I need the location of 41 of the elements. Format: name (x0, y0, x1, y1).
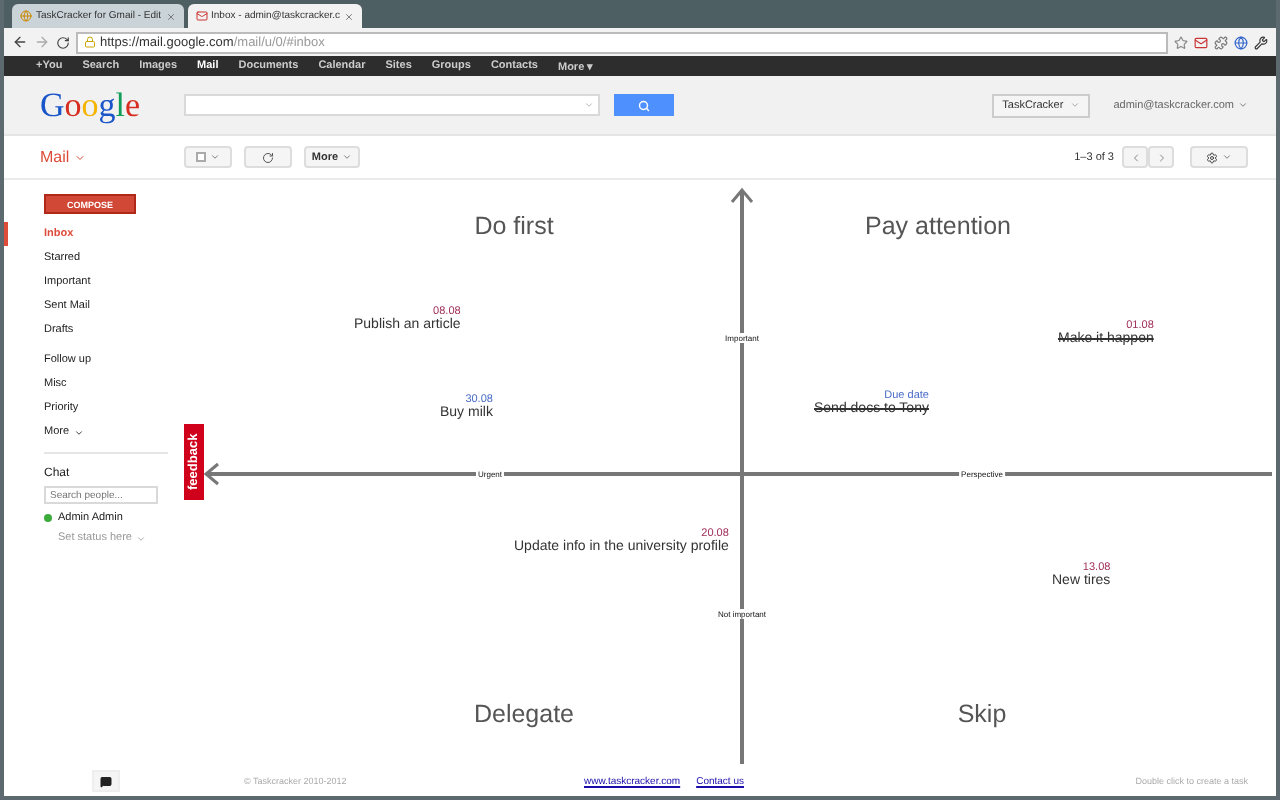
caret-icon (210, 152, 220, 162)
chat-button[interactable] (92, 770, 120, 792)
caret-icon (73, 427, 84, 437)
search-field[interactable] (184, 94, 600, 116)
forward-icon[interactable] (34, 34, 50, 50)
google-logo: Google (40, 85, 143, 125)
caret-icon (1238, 100, 1248, 110)
quadrant-title: Delegate (473, 700, 575, 728)
search-button[interactable] (614, 94, 674, 116)
globe-icon[interactable] (1234, 35, 1248, 49)
chevron-right-icon (1155, 151, 1167, 163)
wrench-icon[interactable] (1254, 35, 1268, 49)
mail-menu[interactable]: Mail (40, 148, 184, 166)
search-icon (638, 99, 650, 111)
settings-button[interactable] (1190, 146, 1248, 168)
speech-bubble-icon (100, 775, 112, 787)
mail-icon (195, 10, 208, 22)
quadrant-title: Pay attention (865, 212, 1011, 240)
back-icon[interactable] (12, 34, 28, 50)
page-icon (20, 10, 32, 22)
refresh-button[interactable] (244, 146, 292, 168)
reload-icon[interactable] (56, 35, 70, 49)
lock-icon (84, 36, 96, 48)
star-icon[interactable] (1174, 35, 1188, 49)
previous-button[interactable] (1122, 146, 1148, 168)
select-button[interactable] (184, 146, 232, 168)
quadrant-title: Do first (474, 212, 554, 240)
extension-icon[interactable] (1214, 35, 1228, 49)
checkbox-icon (196, 152, 206, 162)
caret-icon (73, 151, 86, 163)
chevron-left-icon (1129, 151, 1141, 163)
settings-icon (1206, 151, 1218, 163)
caret-icon (342, 152, 353, 162)
caret-icon (1069, 100, 1080, 110)
caret-icon (136, 533, 146, 543)
caret-icon (1222, 152, 1232, 162)
quadrant-title: Skip (957, 700, 1007, 728)
caret-icon[interactable] (584, 100, 594, 110)
online-status-dot (44, 514, 52, 522)
mail-icon[interactable] (1194, 35, 1208, 49)
refresh-icon (262, 151, 274, 163)
